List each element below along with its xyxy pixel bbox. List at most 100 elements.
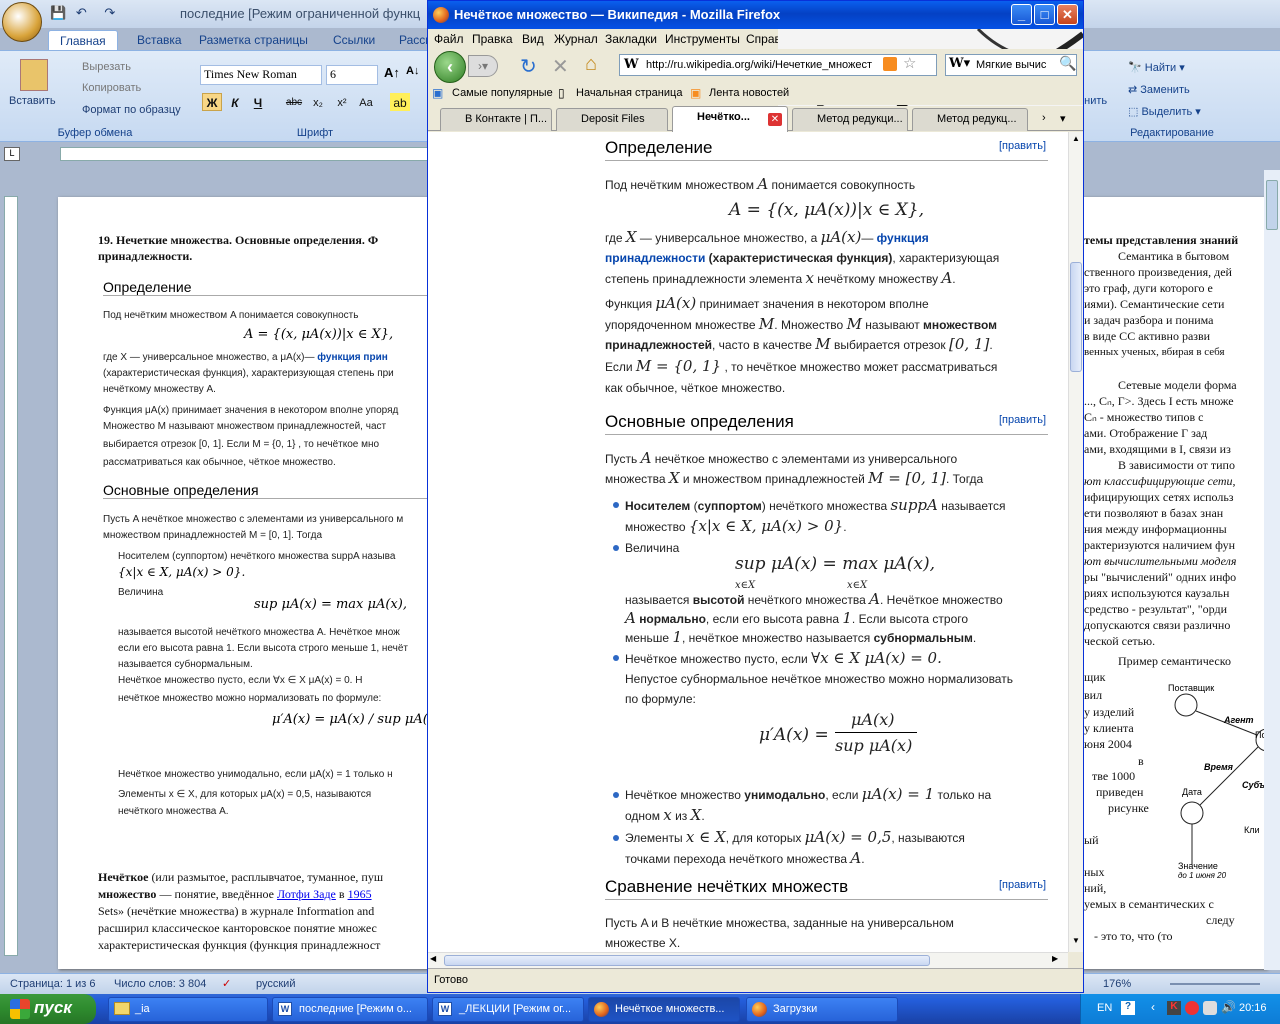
shrink-font-icon[interactable]: A↓ [406, 65, 419, 77]
tab-deposit-files[interactable]: Deposit Files [556, 108, 668, 131]
page-horizontal-scrollbar[interactable]: ◀ ▶ [428, 952, 1068, 968]
page-hscroll-thumb[interactable] [444, 955, 930, 966]
page-scroll-thumb[interactable] [1070, 262, 1082, 372]
link-membership-function[interactable]: функция [877, 231, 929, 245]
menu-file[interactable]: Файл [434, 32, 464, 46]
subscript-button[interactable]: x₂ [308, 93, 328, 111]
reload-icon[interactable]: ↻ [520, 54, 537, 79]
tab-reduction-method-1[interactable]: Метод редукци... [792, 108, 908, 131]
document-page-left[interactable]: 19. Нечеткие множества. Основные определ… [58, 197, 430, 969]
grow-font-icon[interactable]: A↑ [384, 65, 400, 80]
menu-view[interactable]: Вид [522, 32, 544, 46]
doc-p2-link[interactable]: функция прин [317, 352, 387, 363]
home-icon[interactable]: ⌂ [585, 53, 597, 76]
help-tray-icon[interactable]: ? [1121, 1001, 1135, 1015]
bookmark-most-visited[interactable]: Самые популярные [452, 87, 553, 99]
tab-selector-icon[interactable]: L [4, 147, 20, 161]
search-icon[interactable]: 🔍 [1059, 55, 1076, 72]
undo-icon[interactable]: ↶ [76, 5, 87, 20]
format-painter-button[interactable]: Формат по образцу [82, 104, 181, 116]
copy-button[interactable]: Копировать [82, 82, 141, 94]
vertical-ruler-bar [4, 196, 18, 956]
word-vertical-scrollbar[interactable] [1264, 170, 1280, 970]
paste-button[interactable]: Вставить [9, 95, 56, 107]
replace-button[interactable]: ⇄ Заменить [1128, 83, 1190, 96]
edit-link-definition[interactable]: [править] [999, 136, 1046, 156]
zoom-slider[interactable] [1170, 983, 1260, 985]
doc-p3c: выбирается отрезок [0, 1]. Если M = {0, … [103, 439, 380, 450]
edit-link-basic[interactable]: [править] [999, 410, 1046, 430]
taskbar-word-1[interactable]: последние [Режим о... [272, 997, 428, 1022]
tab-home[interactable]: Главная [48, 30, 118, 51]
taskbar-downloads[interactable]: Загрузки [746, 997, 898, 1022]
select-button[interactable]: ⬚ Выделить ▾ [1128, 105, 1201, 118]
cut-button[interactable]: Вырезать [82, 61, 131, 73]
bookmark-star-icon[interactable]: ☆ [903, 54, 916, 72]
tab-reduction-method-2[interactable]: Метод редукц... [912, 108, 1028, 131]
tab-references[interactable]: Ссылки [322, 30, 386, 51]
back-button[interactable]: ‹ [434, 51, 466, 83]
tab-insert[interactable]: Вставка [126, 30, 193, 51]
page-vertical-scrollbar[interactable]: ▲ ▼ [1068, 132, 1083, 952]
status-page[interactable]: Страница: 1 из 6 [10, 978, 96, 990]
tray-icon-red[interactable] [1185, 1001, 1199, 1015]
scroll-right-icon[interactable]: ▶ [1052, 954, 1058, 963]
menu-edit[interactable]: Правка [472, 32, 513, 46]
status-language[interactable]: русский [256, 978, 295, 990]
tab-list-icon[interactable]: ▾ [1060, 112, 1066, 125]
tab-scroll-right-icon[interactable]: › [1042, 112, 1046, 124]
doc-body2-year-link[interactable]: 1965 [348, 887, 372, 901]
link-membership[interactable]: принадлежности [605, 251, 705, 265]
taskbar-word-2[interactable]: _ЛЕКЦИИ [Режим ог... [432, 997, 584, 1022]
search-engine-icon[interactable]: W▾ [949, 56, 970, 71]
tab-page-layout[interactable]: Разметка страницы [188, 30, 319, 51]
office-button[interactable] [2, 2, 42, 42]
menu-bookmarks[interactable]: Закладки [605, 32, 657, 46]
language-indicator[interactable]: EN [1097, 1002, 1112, 1014]
tray-arrow-icon[interactable]: ‹ [1151, 1000, 1155, 1014]
redo-icon[interactable]: ↷ [104, 5, 115, 20]
antivirus-tray-icon[interactable]: K [1167, 1001, 1181, 1015]
find-button[interactable]: 🔭 Найти ▾ [1128, 61, 1185, 74]
word-scroll-thumb[interactable] [1266, 180, 1278, 230]
proofing-icon[interactable]: ✓ [222, 977, 231, 990]
superscript-button[interactable]: x² [332, 93, 352, 111]
scroll-down-icon[interactable]: ▼ [1070, 936, 1082, 948]
forward-button[interactable]: ›▾ [468, 55, 498, 77]
tab-close-icon[interactable]: ✕ [768, 113, 782, 126]
underline-button[interactable]: Ч [248, 93, 268, 111]
tab-vkontakte[interactable]: В Контакте | П... [440, 108, 552, 131]
menu-history[interactable]: Журнал [554, 32, 598, 46]
bold-button[interactable]: Ж [202, 93, 222, 111]
clock[interactable]: 20:16 [1239, 1002, 1267, 1014]
volume-icon[interactable]: 🔊 [1221, 1000, 1236, 1014]
maximize-button[interactable]: □ [1034, 4, 1055, 25]
tray-icon-chat[interactable] [1203, 1001, 1217, 1015]
minimize-button[interactable]: _ [1011, 4, 1032, 25]
edit-link-comparison[interactable]: [править] [999, 875, 1046, 895]
doc-body2-link[interactable]: Лотфи Заде [277, 887, 336, 901]
def-p2b: — универсальное множество, а [636, 231, 821, 245]
taskbar-folder[interactable]: _ia [108, 997, 268, 1022]
scroll-left-icon[interactable]: ◀ [430, 954, 436, 963]
italic-button[interactable]: К [225, 93, 245, 111]
rss-icon[interactable] [883, 57, 897, 71]
highlight-icon[interactable]: ab [390, 93, 410, 111]
stop-icon[interactable]: ✕ [552, 54, 569, 79]
bookmark-news-feed[interactable]: Лента новостей [709, 87, 789, 99]
strikethrough-button[interactable]: abc [284, 93, 304, 111]
taskbar-firefox[interactable]: Нечёткое множеств... [588, 997, 740, 1022]
doc-p4b: множеством принадлежностей M = [0, 1]. Т… [103, 530, 323, 541]
menu-tools[interactable]: Инструменты [665, 32, 740, 46]
change-case-button[interactable]: Aa [356, 93, 376, 111]
status-zoom[interactable]: 176% [1103, 978, 1131, 990]
save-icon[interactable]: 💾 [50, 5, 66, 20]
scroll-up-icon[interactable]: ▲ [1070, 134, 1082, 146]
font-name-field[interactable]: Times New Roman [200, 65, 322, 85]
bookmark-start-page[interactable]: Начальная страница [576, 87, 682, 99]
status-words[interactable]: Число слов: 3 804 [114, 978, 206, 990]
close-button[interactable]: ✕ [1057, 4, 1078, 25]
paste-icon[interactable] [20, 59, 48, 91]
document-page-right[interactable]: темы представления знаний Семантика в бы… [1082, 197, 1267, 969]
font-size-field[interactable]: 6 [326, 65, 378, 85]
